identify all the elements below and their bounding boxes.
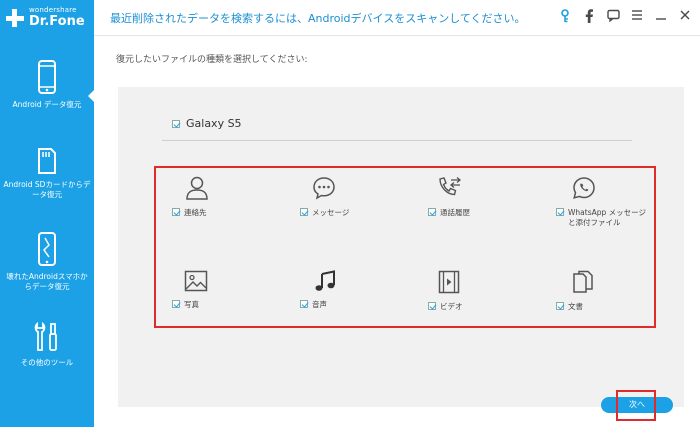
device-checkbox[interactable] <box>172 119 180 128</box>
file-type-panel: Galaxy S5 連絡先 メッセージ 通話履歴 WhatsApp メッセージと… <box>118 87 684 407</box>
plus-logo-icon <box>6 9 24 27</box>
close-icon[interactable] <box>678 9 692 25</box>
file-types-highlight <box>154 166 656 328</box>
phone-icon <box>38 60 56 94</box>
sd-card-icon <box>38 148 56 174</box>
sidebar-item-label: その他のツール <box>20 358 74 367</box>
sidebar-item-label: 壊れたAndroidスマホからデータ復元 <box>6 272 88 291</box>
facebook-icon[interactable] <box>582 9 596 25</box>
menu-icon[interactable] <box>630 9 644 25</box>
broken-phone-icon <box>38 232 56 266</box>
device-select[interactable]: Galaxy S5 <box>172 117 242 130</box>
device-name: Galaxy S5 <box>186 117 242 130</box>
brand-name: Dr.Fone <box>29 14 85 29</box>
brand-top: wondershare <box>29 6 77 14</box>
tools-icon <box>34 322 57 351</box>
sidebar-item-broken-phone-recovery[interactable]: 壊れたAndroidスマホからデータ復元 <box>0 232 94 292</box>
instruction-text: 復元したいファイルの種類を選択してください: <box>116 55 308 65</box>
minimize-icon[interactable] <box>654 9 668 25</box>
title-bar: wondershare Dr.Fone 最近削除されたデータを検索するには、An… <box>0 0 700 36</box>
next-button-highlight <box>616 390 656 421</box>
sidebar-item-label: Android SDカードからデータ復元 <box>3 180 91 199</box>
main-content: 復元したいファイルの種類を選択してください: Galaxy S5 連絡先 メッセ… <box>94 36 700 427</box>
app-logo: wondershare Dr.Fone <box>0 0 94 36</box>
sidebar-item-sd-card-recovery[interactable]: Android SDカードからデータ復元 <box>0 148 94 200</box>
sidebar-item-android-data-recovery[interactable]: Android データ復元 <box>0 60 94 110</box>
divider <box>162 140 632 141</box>
key-icon[interactable] <box>558 9 572 25</box>
sidebar: Android データ復元 Android SDカードからデータ復元 壊れたAn… <box>0 36 94 427</box>
sidebar-item-other-tools[interactable]: その他のツール <box>0 322 94 368</box>
sidebar-item-label: Android データ復元 <box>12 100 82 109</box>
titlebar-controls <box>558 9 692 25</box>
feedback-icon[interactable] <box>606 9 620 25</box>
title-message: 最近削除されたデータを検索するには、Androidデバイスをスキャンしてください… <box>110 12 526 25</box>
